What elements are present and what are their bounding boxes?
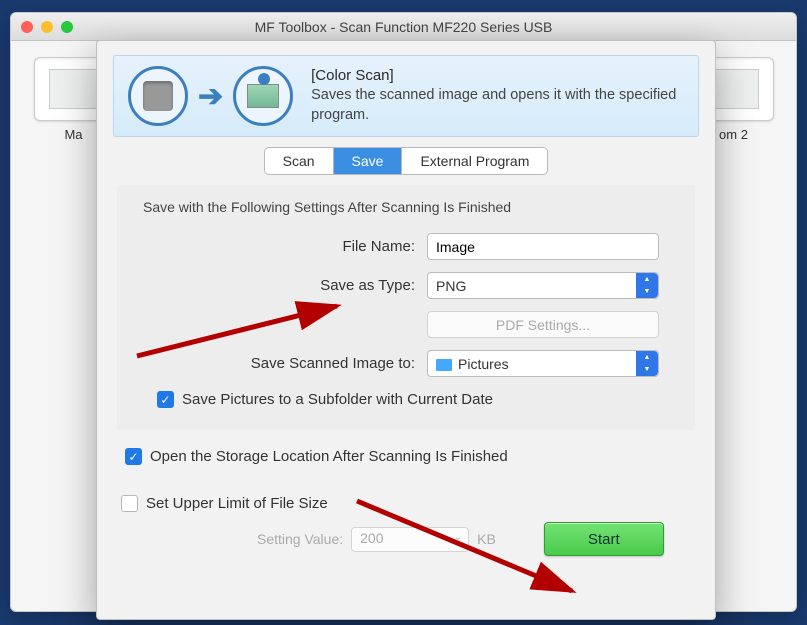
tab-scan[interactable]: Scan	[265, 148, 334, 174]
tab-external-program[interactable]: External Program	[402, 148, 547, 174]
folder-icon	[436, 359, 452, 371]
kb-unit: KB	[477, 531, 496, 547]
saveto-label: Save Scanned Image to:	[127, 355, 427, 372]
tab-save[interactable]: Save	[334, 148, 403, 174]
chevron-updown-icon	[636, 351, 658, 376]
pdf-settings-button: PDF Settings...	[427, 311, 659, 338]
setting-value-label: Setting Value:	[257, 531, 343, 547]
savetype-label: Save as Type:	[127, 277, 427, 294]
savetype-value: PNG	[436, 278, 466, 294]
filename-input[interactable]	[427, 233, 659, 260]
chevron-down-icon: ⌄	[454, 532, 462, 543]
settings-sheet: ➔ [Color Scan] Saves the scanned image a…	[96, 40, 716, 620]
chevron-updown-icon	[636, 273, 658, 298]
subfolder-label: Save Pictures to a Subfolder with Curren…	[182, 391, 493, 408]
saveto-value: Pictures	[458, 356, 509, 372]
saveto-select[interactable]: Pictures	[427, 350, 659, 377]
header-description: Saves the scanned image and opens it wit…	[311, 86, 684, 125]
scanner-icon	[128, 66, 188, 126]
header-info-box: ➔ [Color Scan] Saves the scanned image a…	[113, 55, 699, 137]
scanner-icon	[709, 69, 759, 109]
savetype-select[interactable]: PNG	[427, 272, 659, 299]
start-button[interactable]: Start	[544, 522, 664, 556]
bottom-area: Set Upper Limit of File Size Setting Val…	[97, 495, 715, 556]
tabstrip: Scan Save External Program	[97, 147, 715, 175]
titlebar: MF Toolbox - Scan Function MF220 Series …	[11, 13, 796, 41]
upper-limit-checkbox[interactable]	[121, 495, 138, 512]
open-location-label: Open the Storage Location After Scanning…	[150, 448, 508, 465]
program-icon	[233, 66, 293, 126]
arrow-right-icon: ➔	[198, 79, 223, 114]
upper-limit-label: Set Upper Limit of File Size	[146, 495, 328, 512]
subfolder-checkbox[interactable]: ✓	[157, 391, 174, 408]
save-settings-panel: Save with the Following Settings After S…	[117, 185, 695, 430]
setting-value-input: 200 ⌄	[351, 527, 469, 552]
open-location-checkbox[interactable]: ✓	[125, 448, 142, 465]
window-title: MF Toolbox - Scan Function MF220 Series …	[11, 19, 796, 35]
setting-value-text: 200	[360, 530, 383, 546]
panel-title: Save with the Following Settings After S…	[143, 199, 685, 215]
filename-label: File Name:	[127, 238, 427, 255]
header-title: [Color Scan]	[311, 67, 684, 84]
scanner-icon	[49, 69, 99, 109]
